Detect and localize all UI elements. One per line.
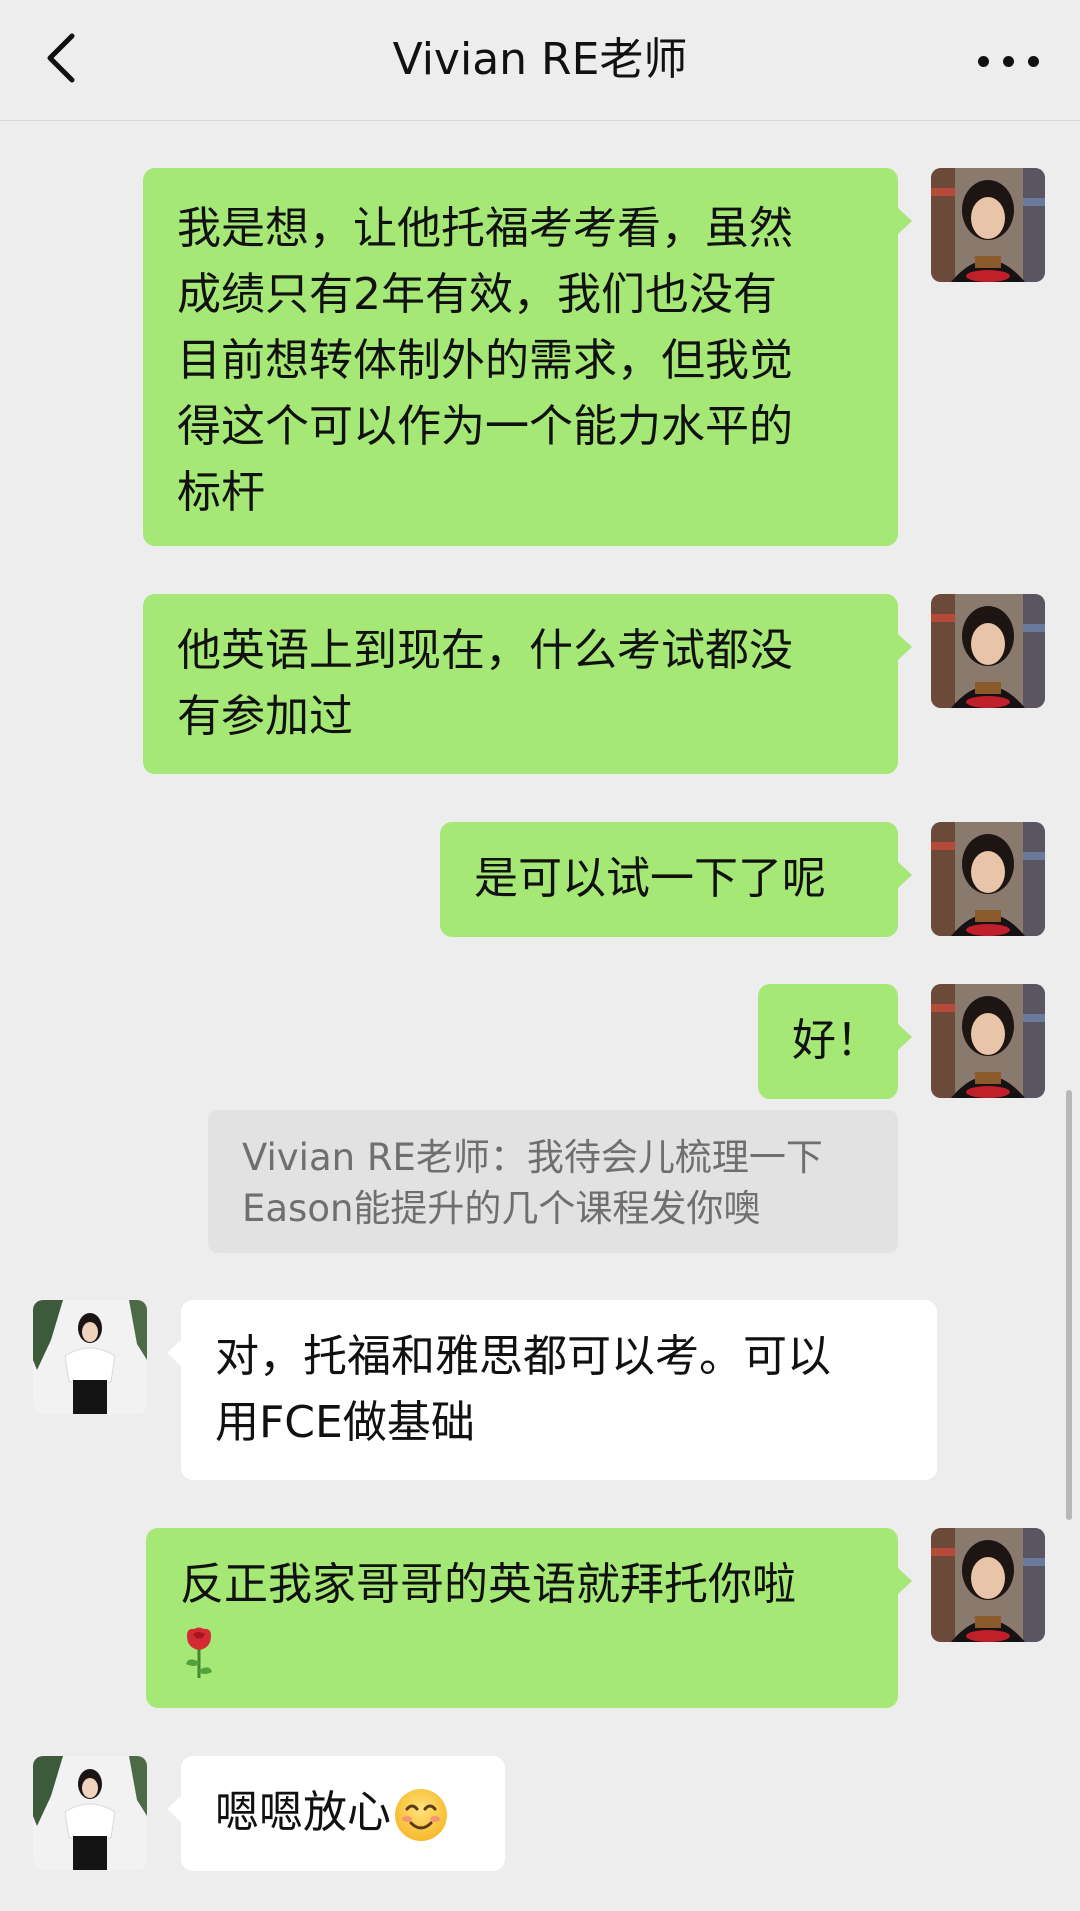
more-dot-icon: [978, 56, 989, 67]
message-line: 他英语上到现在，什么考试都没: [177, 625, 793, 676]
message-line: 有参加过: [177, 691, 353, 742]
message-line: [180, 1618, 864, 1684]
message-line: 是可以试一下了呢: [474, 853, 826, 904]
contact-avatar[interactable]: [33, 1300, 147, 1414]
quoted-message[interactable]: Vivian RE老师：我待会儿梳理一下 Eason能提升的几个课程发你噢: [208, 1110, 898, 1253]
girl-portrait-icon: [33, 1300, 147, 1414]
my-avatar[interactable]: [931, 984, 1045, 1098]
smiling-face-emoji-icon: [395, 1789, 447, 1841]
message-bubble-outgoing[interactable]: 我是想，让他托福考考看，虽然 成绩只有2年有效，我们也没有 目前想转体制外的需求…: [143, 168, 898, 546]
message-line: 我是想，让他托福考考看，虽然: [177, 203, 793, 254]
more-dot-icon: [1028, 56, 1039, 67]
message-bubble-outgoing[interactable]: 是可以试一下了呢: [440, 822, 898, 937]
message-bubble-incoming[interactable]: 对，托福和雅思都可以考。可以 用FCE做基础: [181, 1300, 937, 1480]
woman-portrait-icon: [931, 594, 1045, 708]
message-line: 反正我家哥哥的英语就拜托你啦: [180, 1559, 796, 1610]
woman-portrait-icon: [931, 168, 1045, 282]
bubble-tail: [898, 634, 912, 660]
message-line: 用FCE做基础: [215, 1397, 475, 1448]
quote-line: Vivian RE老师：我待会儿梳理一下: [242, 1136, 823, 1179]
bubble-tail: [167, 1796, 181, 1822]
chat-header: Vivian RE老师: [0, 0, 1080, 121]
bubble-tail: [898, 1024, 912, 1050]
my-avatar[interactable]: [931, 168, 1045, 282]
message-bubble-outgoing[interactable]: 反正我家哥哥的英语就拜托你啦: [146, 1528, 898, 1708]
message-line: 好！: [792, 1015, 880, 1066]
my-avatar[interactable]: [931, 822, 1045, 936]
rose-emoji-icon: [186, 1627, 212, 1678]
my-avatar[interactable]: [931, 594, 1045, 708]
message-line: 成绩只有2年有效，我们也没有: [177, 269, 777, 320]
woman-portrait-icon: [931, 822, 1045, 936]
message-line: 标杆: [177, 467, 265, 518]
bubble-tail: [167, 1340, 181, 1366]
bubble-tail: [898, 208, 912, 234]
message-bubble-incoming[interactable]: 嗯嗯放心: [181, 1756, 505, 1871]
message-bubble-outgoing[interactable]: 好！: [758, 984, 898, 1099]
contact-avatar[interactable]: [33, 1756, 147, 1870]
bubble-tail: [898, 862, 912, 888]
more-options-button[interactable]: [974, 40, 1044, 80]
scrollbar[interactable]: [1066, 1090, 1072, 1520]
message-bubble-outgoing[interactable]: 他英语上到现在，什么考试都没 有参加过: [143, 594, 898, 774]
quote-line: Eason能提升的几个课程发你噢: [242, 1187, 761, 1230]
bubble-tail: [898, 1568, 912, 1594]
message-line: 对，托福和雅思都可以考。可以: [215, 1331, 831, 1382]
more-dot-icon: [1003, 56, 1014, 67]
message-line: 目前想转体制外的需求，但我觉: [177, 335, 793, 386]
woman-portrait-icon: [931, 984, 1045, 1098]
woman-portrait-icon: [931, 1528, 1045, 1642]
message-line: 嗯嗯放心: [215, 1787, 391, 1838]
message-line: 得这个可以作为一个能力水平的: [177, 401, 793, 452]
girl-portrait-icon: [33, 1756, 147, 1870]
chat-title: Vivian RE老师: [392, 34, 688, 85]
my-avatar[interactable]: [931, 1528, 1045, 1642]
